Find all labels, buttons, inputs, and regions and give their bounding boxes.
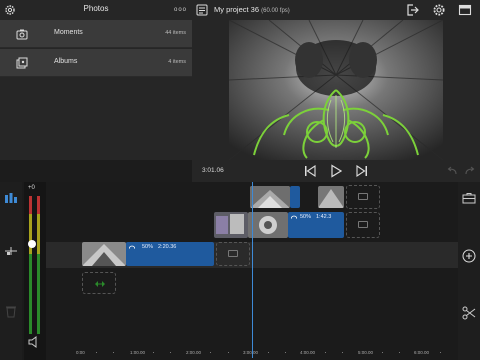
clip-thumbnail[interactable]	[318, 186, 344, 208]
thumbnail-image	[318, 186, 344, 208]
library-row-label: Moments	[54, 29, 83, 36]
ruler-label: 2:00.00	[186, 350, 202, 355]
placeholder-icon	[228, 250, 238, 257]
speed-icon	[129, 245, 135, 250]
albums-icon	[16, 57, 28, 69]
thumbnail-image	[82, 242, 126, 266]
left-toolbar	[0, 182, 22, 360]
clip-speed: 50%	[300, 214, 312, 220]
clip-thumbnail[interactable]	[82, 242, 126, 266]
play-icon[interactable]	[330, 164, 342, 178]
project-title[interactable]: My project 36 (60.00 fps)	[214, 5, 290, 14]
library-title: Photos	[83, 4, 109, 13]
ruler-tick	[382, 352, 383, 353]
library-row-label: Albums	[54, 58, 78, 65]
audio-levels-icon[interactable]	[4, 192, 18, 204]
fractal-frame-image	[229, 20, 443, 160]
thumbnail-image	[250, 186, 290, 208]
more-options-button[interactable]: ooo	[174, 7, 187, 13]
clip-thumbnail[interactable]	[250, 186, 290, 208]
skip-back-icon[interactable]	[304, 164, 316, 178]
ruler-tick	[210, 352, 211, 353]
clip-duration: 1:42.3	[316, 214, 332, 220]
ruler-tick	[285, 352, 286, 353]
clip-thumbnail[interactable]	[214, 212, 248, 238]
trash-icon[interactable]	[5, 304, 17, 318]
ruler-tick	[399, 352, 400, 353]
audio-meter[interactable]	[24, 182, 46, 360]
volume-knob[interactable]	[28, 240, 36, 248]
ruler-label: 3:00.00	[243, 350, 259, 355]
skip-forward-icon[interactable]	[356, 164, 368, 178]
meter-value: +0	[28, 185, 35, 191]
ruler-tick	[153, 352, 154, 353]
clip-speed: 50%	[142, 244, 154, 250]
layout-icon[interactable]	[458, 3, 472, 17]
ruler-tick	[228, 352, 229, 353]
clip-thumbnail[interactable]	[248, 212, 288, 238]
audio-wave-icon	[95, 281, 105, 287]
ruler-label: 4:00.00	[300, 350, 316, 355]
export-icon[interactable]	[405, 3, 419, 17]
audio-placeholder[interactable]	[82, 272, 116, 294]
video-preview[interactable]	[229, 20, 443, 160]
ruler-tick	[440, 352, 441, 353]
timeline-area[interactable]	[0, 182, 480, 360]
ruler-label: 5:00.00	[358, 350, 374, 355]
thumbnail-image	[248, 212, 288, 238]
placeholder-icon	[358, 193, 368, 200]
track-split-icon[interactable]	[4, 245, 18, 257]
ruler-label: 1:00.00	[130, 350, 146, 355]
placeholder-icon	[358, 221, 368, 228]
ruler-tick	[325, 352, 326, 353]
clip-duration: 2:20.36	[158, 244, 177, 250]
clip-block[interactable]	[290, 186, 300, 208]
library-row-count: 4 items	[168, 59, 186, 65]
ruler-tick	[342, 352, 343, 353]
thumbnail-image	[214, 212, 248, 238]
clip-placeholder[interactable]	[216, 242, 250, 266]
redo-icon[interactable]	[464, 165, 476, 177]
project-name: My project 36	[214, 5, 260, 14]
ruler-tick	[96, 352, 97, 353]
speed-icon	[291, 215, 297, 220]
right-toolbar	[458, 182, 480, 360]
library-row-albums[interactable]: Albums 4 items	[0, 49, 192, 77]
playhead[interactable]	[252, 182, 253, 358]
clip-block[interactable]: 50% 2:20.36	[126, 242, 214, 266]
clip-placeholder[interactable]	[346, 185, 380, 209]
ruler-tick	[170, 352, 171, 353]
app-window: Photos ooo Moments 44 items Albums 4 ite…	[0, 0, 480, 360]
clip-placeholder[interactable]	[346, 212, 380, 238]
speaker-icon[interactable]	[28, 336, 40, 348]
cut-icon[interactable]	[462, 306, 476, 320]
ruler-tick	[113, 352, 114, 353]
timecode: 3:01.06	[202, 167, 224, 174]
ruler-tick	[268, 352, 269, 353]
camera-icon	[16, 29, 28, 40]
settings-icon[interactable]	[432, 3, 446, 17]
project-icon[interactable]	[196, 4, 208, 16]
library-row-moments[interactable]: Moments 44 items	[0, 20, 192, 48]
undo-icon[interactable]	[446, 165, 458, 177]
add-icon[interactable]	[462, 249, 476, 263]
library-row-count: 44 items	[165, 30, 186, 36]
clip-block[interactable]: 50% 1:42.3	[288, 212, 344, 238]
ruler-label: 6:00.00	[414, 350, 430, 355]
project-fps: (60.00 fps)	[261, 8, 290, 14]
briefcase-icon[interactable]	[462, 192, 476, 204]
ruler-label: 0:00	[76, 350, 85, 355]
